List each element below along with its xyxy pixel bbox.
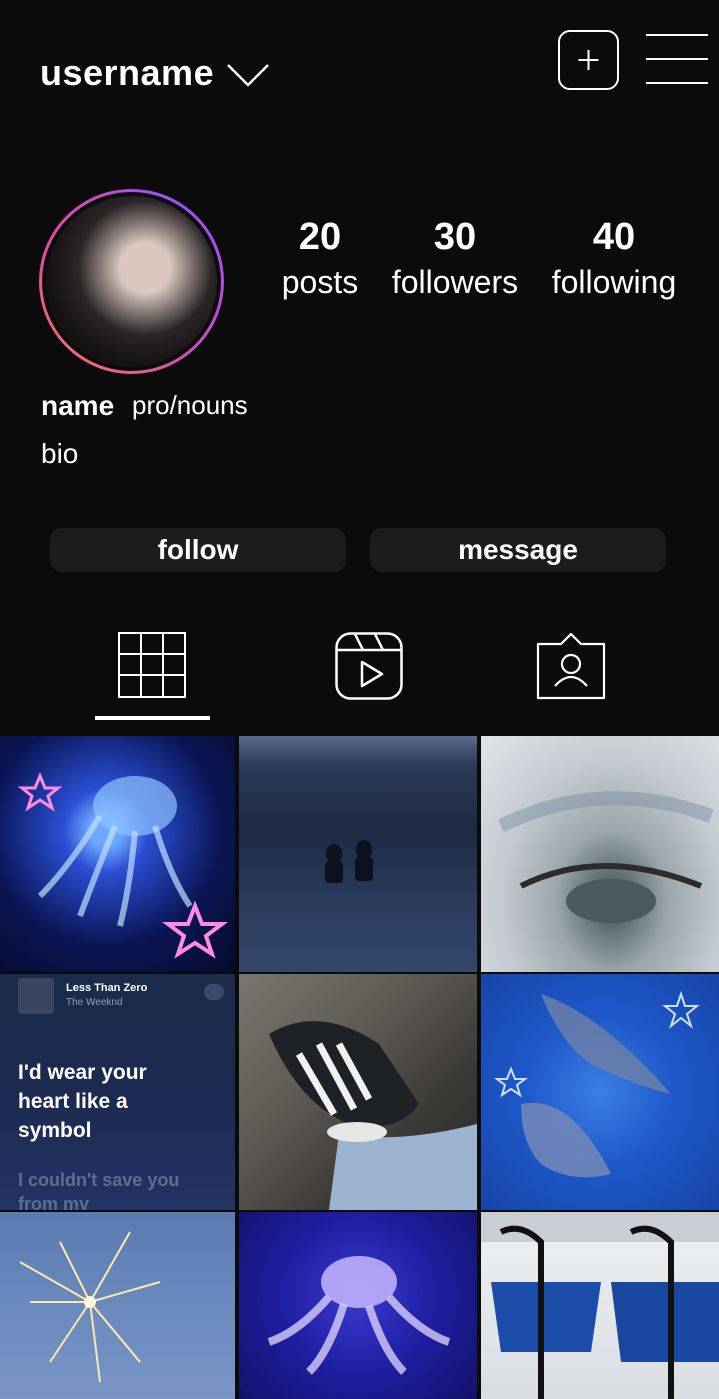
bio: bio [41, 438, 79, 469]
pronouns: pro/nouns [132, 390, 248, 420]
post-thumbnail[interactable] [0, 736, 235, 972]
sneakers-image [269, 1021, 477, 1210]
post-thumbnail[interactable] [239, 974, 477, 1210]
display-name: name [41, 390, 115, 421]
posts-grid: Less Than Zero The Weeknd I'd wear your … [0, 736, 719, 1399]
posts-count[interactable]: 20 posts [270, 218, 370, 298]
fireworks-image [19, 1231, 161, 1383]
posts-label: posts [281, 264, 359, 300]
post-thumbnail[interactable] [481, 736, 719, 972]
menu-line [646, 82, 708, 84]
account-switcher[interactable]: username [40, 52, 270, 94]
followers-count[interactable]: 30 followers [380, 218, 530, 298]
menu-line [646, 58, 708, 60]
eye-image [497, 791, 714, 923]
tagged-person-icon [536, 632, 606, 700]
followers-label: followers [391, 264, 519, 300]
more-options-icon [204, 984, 224, 1000]
message-button[interactable]: message [370, 528, 666, 572]
tab-reels[interactable] [335, 632, 403, 705]
posts-number: 20 [298, 216, 342, 258]
create-post-button[interactable] [558, 30, 619, 90]
menu-button[interactable] [646, 30, 708, 88]
post-thumbnail-lyrics[interactable]: Less Than Zero The Weeknd I'd wear your … [0, 974, 235, 1210]
post-thumbnail[interactable] [0, 1212, 235, 1399]
song-title: Less Than Zero [66, 982, 148, 994]
post-thumbnail[interactable] [239, 736, 477, 972]
grid-icon [118, 632, 186, 698]
follow-button[interactable]: follow [50, 528, 346, 572]
followers-number: 30 [433, 216, 477, 258]
sea-image [325, 840, 373, 883]
following-label: following [551, 264, 677, 300]
reels-icon [335, 632, 403, 700]
post-thumbnail[interactable] [481, 1212, 719, 1399]
blue-chairs-image [481, 1212, 719, 1399]
song-artist: The Weeknd [66, 997, 123, 1008]
menu-line [646, 34, 708, 36]
jellyfish-glow-image [267, 1256, 451, 1375]
following-number: 40 [592, 216, 636, 258]
post-thumbnail[interactable] [481, 974, 719, 1210]
lyric-line-faded: I couldn't save you from my [18, 1170, 180, 1210]
profile-photo [46, 196, 217, 367]
post-thumbnail[interactable] [239, 1212, 477, 1399]
avatar[interactable] [39, 189, 224, 374]
lyric-line: I'd wear your heart like a symbol [18, 1061, 147, 1142]
username-label: username [40, 52, 215, 93]
selected-tab-indicator [95, 716, 210, 720]
manta-rays-image [494, 990, 700, 1178]
top-bar: username [0, 0, 719, 140]
tab-tagged[interactable] [536, 632, 606, 705]
album-art [18, 978, 54, 1014]
tab-posts-grid[interactable] [118, 632, 186, 703]
chevron-down-icon [227, 64, 269, 87]
plus-icon [578, 50, 599, 70]
jellyfish-image [17, 772, 228, 959]
following-count[interactable]: 40 following [540, 218, 688, 298]
